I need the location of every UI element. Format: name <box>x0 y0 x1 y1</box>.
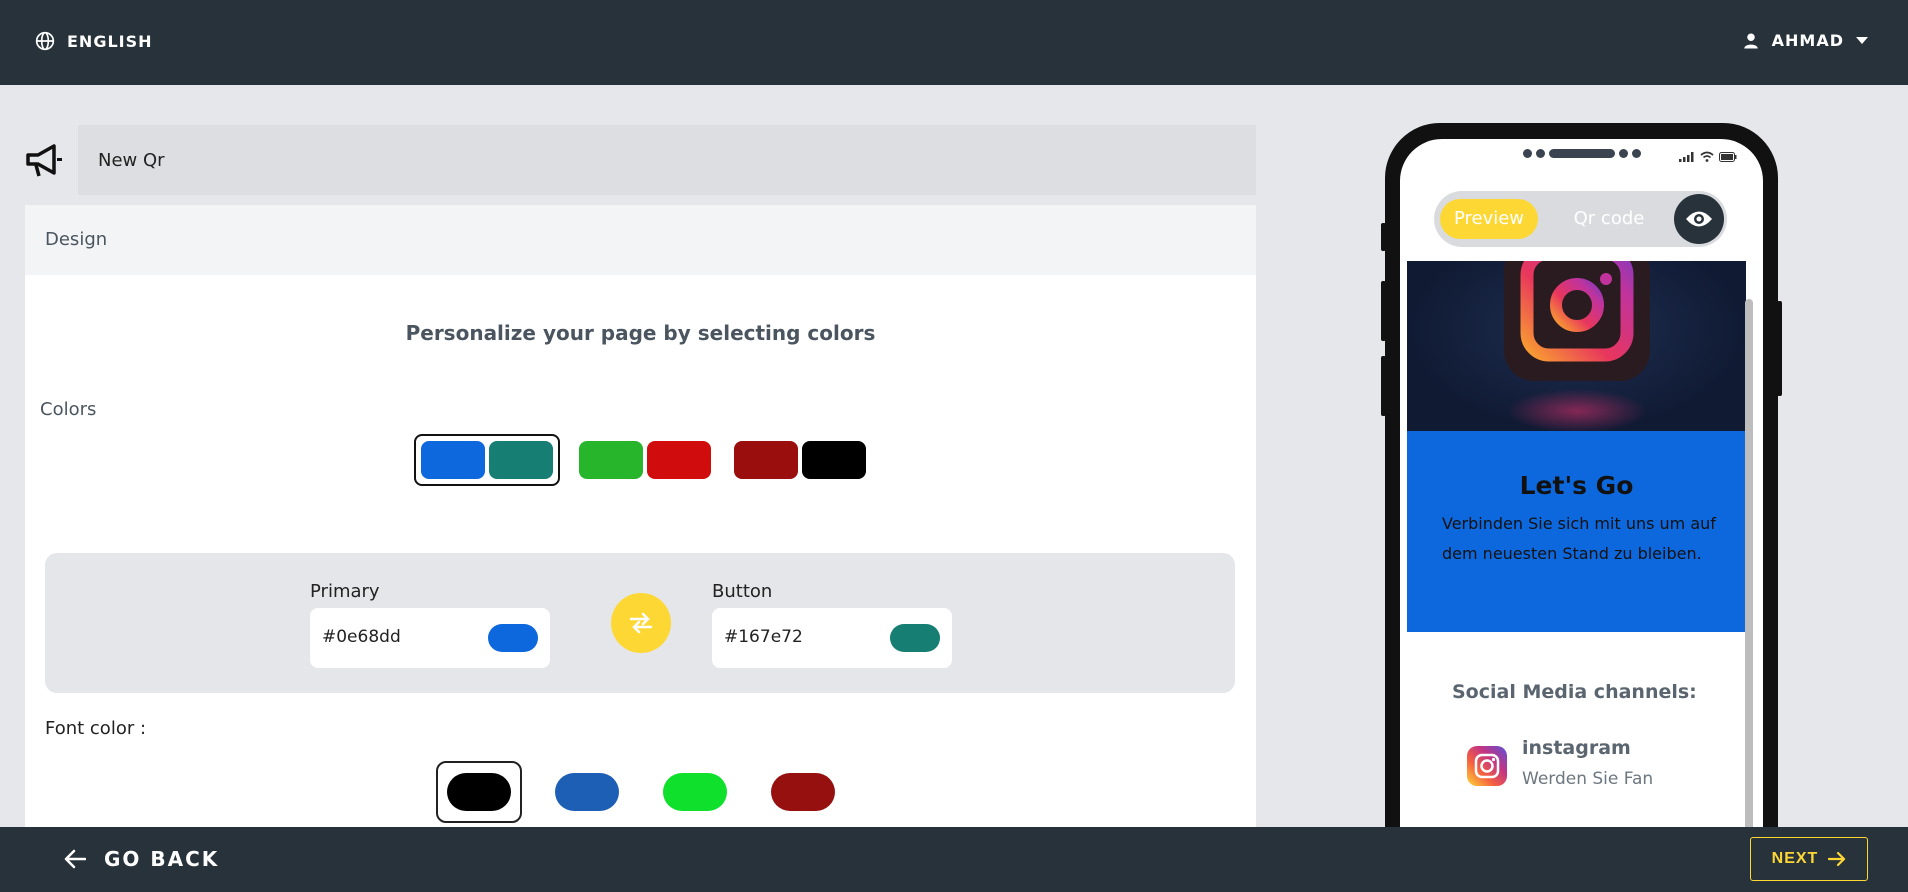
color-preset-1[interactable] <box>414 434 560 486</box>
phone-side-button <box>1381 356 1386 416</box>
font-color-swatch <box>663 773 727 811</box>
signal-icon <box>1679 152 1694 162</box>
colors-label: Colors <box>40 399 97 420</box>
font-color-swatch <box>771 773 835 811</box>
battery-icon <box>1719 152 1737 162</box>
color-preset-3[interactable] <box>727 434 873 486</box>
font-color-option[interactable] <box>760 761 846 823</box>
intro-section: Let's Go Verbinden Sie sich mit uns um a… <box>1407 431 1746 632</box>
eye-button[interactable] <box>1674 194 1724 244</box>
primary-color-value: #0e68dd <box>322 627 401 647</box>
design-panel: Design Personalize your page by selectin… <box>25 205 1256 827</box>
next-button[interactable]: NEXT <box>1750 837 1868 881</box>
qr-code-tab[interactable]: Qr code <box>1554 199 1664 239</box>
top-bar: ENGLISH AHMAD <box>0 0 1908 85</box>
preview-scrollbar[interactable] <box>1745 299 1753 892</box>
preview-content: Let's Go Verbinden Sie sich mit uns um a… <box>1407 261 1746 892</box>
user-name: AHMAD <box>1771 31 1844 50</box>
swap-colors-button[interactable] <box>611 593 671 653</box>
language-selector[interactable]: ENGLISH <box>35 31 153 51</box>
phone-preview: Preview Qr code Let's Go Verbinden Sie s… <box>1381 123 1782 892</box>
next-label: NEXT <box>1771 850 1819 867</box>
preset-primary-swatch <box>421 441 485 479</box>
primary-color-field[interactable]: #0e68dd <box>310 608 550 668</box>
preview-description: Verbinden Sie sich mit uns um auf dem ne… <box>1442 514 1716 563</box>
language-label: ENGLISH <box>67 31 153 51</box>
font-color-swatch <box>555 773 619 811</box>
phone-notch <box>1523 149 1641 158</box>
primary-label: Primary <box>310 581 380 602</box>
arrow-right-icon <box>1828 851 1846 867</box>
color-preset-2[interactable] <box>572 434 718 486</box>
preset-button-swatch <box>489 441 553 479</box>
preset-button-swatch <box>647 441 711 479</box>
button-color-swatch[interactable] <box>890 624 940 652</box>
status-bar-icons <box>1679 151 1737 162</box>
arrow-left-icon <box>64 849 86 869</box>
qr-name-input[interactable] <box>78 125 1256 195</box>
design-section-title: Design <box>45 229 108 250</box>
font-color-option[interactable] <box>544 761 630 823</box>
swap-icon <box>629 612 653 634</box>
phone-side-button <box>1381 281 1386 341</box>
font-color-swatch <box>447 773 511 811</box>
design-section-header[interactable]: Design <box>25 205 1256 275</box>
font-color-option[interactable] <box>652 761 738 823</box>
primary-color-swatch[interactable] <box>488 624 538 652</box>
bottom-bar: GO BACK NEXT <box>0 827 1908 892</box>
go-back-button[interactable]: GO BACK <box>64 847 219 871</box>
instagram-icon <box>1467 746 1507 786</box>
phone-side-button <box>1381 223 1386 251</box>
social-item-subtitle: Werden Sie Fan <box>1522 769 1654 789</box>
wifi-icon <box>1700 151 1714 162</box>
preview-title: Let's Go <box>1519 471 1634 500</box>
social-item-name: instagram <box>1522 737 1631 759</box>
eye-icon <box>1686 211 1712 227</box>
button-label: Button <box>712 581 773 602</box>
color-config-box: Primary #0e68dd Button #167e72 <box>45 553 1235 693</box>
preview-toggle: Preview Qr code <box>1434 191 1727 247</box>
user-icon <box>1743 33 1758 48</box>
user-menu[interactable]: AHMAD <box>1742 31 1868 50</box>
globe-icon <box>35 31 55 51</box>
social-media-title: Social Media channels: <box>1452 681 1697 703</box>
preset-primary-swatch <box>579 441 643 479</box>
phone-screen: Preview Qr code Let's Go Verbinden Sie s… <box>1400 139 1763 892</box>
go-back-label: GO BACK <box>104 847 220 871</box>
megaphone-icon <box>26 144 62 177</box>
preview-tab[interactable]: Preview <box>1440 199 1538 239</box>
social-item-instagram[interactable]: instagram Werden Sie Fan <box>1467 737 1727 797</box>
instagram-logo-icon <box>1504 261 1650 433</box>
button-color-value: #167e72 <box>724 627 803 647</box>
caret-down-icon <box>1856 36 1868 44</box>
font-color-option[interactable] <box>436 761 522 823</box>
button-color-field[interactable]: #167e72 <box>712 608 952 668</box>
preset-primary-swatch <box>734 441 798 479</box>
font-color-label: Font color : <box>45 718 147 739</box>
hero-image <box>1407 261 1746 433</box>
design-headline: Personalize your page by selecting color… <box>405 321 876 345</box>
preset-button-swatch <box>802 441 866 479</box>
phone-side-button <box>1777 301 1782 396</box>
